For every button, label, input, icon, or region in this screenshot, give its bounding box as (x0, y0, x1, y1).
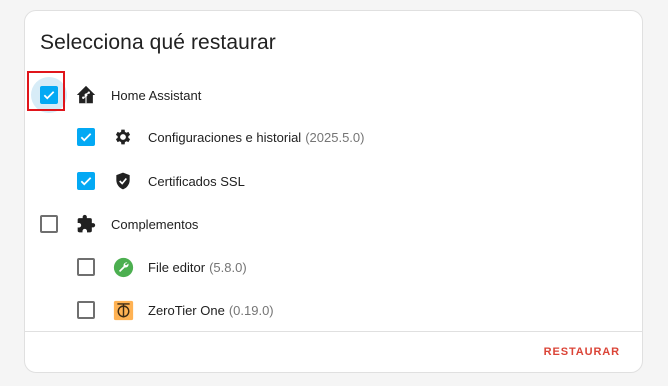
gear-icon (112, 126, 134, 148)
file-editor-version: (5.8.0) (209, 259, 247, 275)
certificados-checkbox[interactable] (68, 163, 104, 199)
focus-highlight (27, 71, 65, 111)
zerotier-version: (0.19.0) (228, 302, 274, 318)
item-configuraciones: Configuraciones e historial (2025.5.0) (68, 122, 364, 152)
configuraciones-label: Configuraciones e historial (148, 129, 302, 145)
checkbox-checked-icon (77, 128, 95, 146)
checkbox-checked-icon (77, 172, 95, 190)
configuraciones-checkbox[interactable] (68, 119, 104, 155)
restore-button[interactable]: RESTAURAR (542, 342, 622, 362)
restore-dialog: Selecciona qué restaurar Home Assistant (24, 10, 643, 373)
home-assistant-icon (75, 84, 97, 106)
shield-check-icon (112, 170, 134, 192)
item-certificados-ssl: Certificados SSL (68, 166, 245, 196)
puzzle-icon (75, 213, 97, 235)
group-complementos: Complementos (31, 209, 198, 239)
home-assistant-label: Home Assistant (111, 87, 202, 103)
checkbox-unchecked-icon (40, 215, 58, 233)
configuraciones-version: (2025.5.0) (305, 129, 365, 145)
item-file-editor: File editor (5.8.0) (68, 252, 247, 282)
actions-divider (25, 331, 642, 332)
zerotier-icon (112, 299, 134, 321)
checkbox-unchecked-icon (77, 258, 95, 276)
zerotier-label: ZeroTier One (148, 302, 225, 318)
zerotier-checkbox[interactable] (68, 292, 104, 328)
dialog-title: Selecciona qué restaurar (40, 31, 276, 54)
certificados-label: Certificados SSL (148, 173, 245, 189)
complementos-label: Complementos (111, 216, 199, 232)
complementos-checkbox[interactable] (31, 206, 67, 242)
checkbox-unchecked-icon (77, 301, 95, 319)
file-editor-label: File editor (148, 259, 206, 275)
wrench-icon (112, 256, 134, 278)
item-zerotier-one: ZeroTier One (0.19.0) (68, 295, 274, 325)
file-editor-checkbox[interactable] (68, 249, 104, 285)
